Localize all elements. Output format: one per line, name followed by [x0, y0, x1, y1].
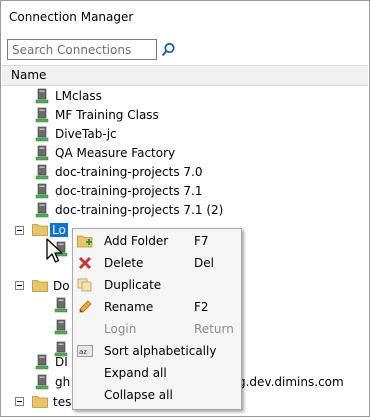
menu-item-collapse-all[interactable]: Collapse all: [73, 384, 241, 406]
tree-item-connection[interactable]: LMclass: [35, 86, 102, 105]
computer-icon: [35, 183, 49, 198]
menu-item-shortcut: F2: [194, 300, 209, 314]
collapse-toggle[interactable]: [15, 281, 24, 290]
tree-item-connection[interactable]: MF Training Class: [35, 105, 159, 124]
sort-az-icon: az: [77, 343, 93, 359]
rename-pencil-icon: [77, 299, 93, 315]
menu-item-label: Sort alphabetically: [104, 344, 217, 358]
panel-title: Connection Manager: [9, 10, 134, 24]
connection-label: doc-training-projects 7.1: [55, 183, 203, 198]
tree-item-folder[interactable]: Do: [32, 276, 70, 295]
computer-icon: [35, 164, 49, 179]
menu-item-label: Rename: [104, 300, 154, 314]
folder-label: tes: [53, 394, 72, 409]
svg-text:az: az: [79, 348, 87, 356]
menu-item-expand-all[interactable]: Expand all: [73, 362, 241, 384]
tree-item-folder-selected[interactable]: Lo: [32, 220, 68, 239]
connection-label: DI: [55, 354, 68, 369]
connection-label: DiveTab-jc: [55, 126, 117, 141]
menu-item-label: Delete: [104, 256, 144, 270]
menu-item-shortcut: Return: [194, 322, 234, 336]
menu-item-shortcut: F7: [194, 234, 209, 248]
menu-item-label: Login: [104, 322, 137, 336]
tree-item-connection[interactable]: doc-training-projects 7.0: [35, 162, 203, 181]
menu-item-delete[interactable]: Delete Del: [73, 252, 241, 274]
tree-item-connection[interactable]: gh: [35, 372, 70, 391]
add-folder-icon: [77, 233, 93, 249]
menu-item-rename[interactable]: Rename F2: [73, 296, 241, 318]
menu-item-label: Collapse all: [104, 388, 173, 402]
tree-item-connection[interactable]: [54, 317, 68, 336]
menu-item-add-folder[interactable]: Add Folder F7: [73, 230, 241, 252]
context-menu: Add Folder F7 Delete Del Duplicate Renam…: [72, 228, 242, 410]
menu-item-duplicate[interactable]: Duplicate: [73, 274, 241, 296]
menu-item-shortcut: Del: [194, 256, 214, 270]
folder-label: Do: [53, 278, 70, 293]
folder-label: Lo: [50, 222, 68, 237]
menu-item-login: Login Return: [73, 318, 241, 340]
search-input[interactable]: [8, 40, 156, 59]
folder-icon: [32, 396, 48, 408]
computer-icon: [35, 126, 49, 141]
collapse-toggle[interactable]: [15, 226, 24, 235]
connection-label: doc-training-projects 7.1 (2): [55, 202, 224, 217]
computer-icon: [54, 319, 68, 334]
tree-item-connection[interactable]: QA Measure Factory: [35, 143, 175, 162]
search-button[interactable]: [159, 40, 177, 59]
duplicate-icon: [77, 277, 93, 293]
menu-item-label: Duplicate: [104, 278, 162, 292]
tree-item-connection[interactable]: doc-training-projects 7.1 (2): [35, 200, 223, 219]
tree-item-folder[interactable]: tes: [32, 392, 71, 411]
connection-label: MF Training Class: [55, 107, 159, 122]
menu-item-label: Expand all: [104, 366, 167, 380]
computer-icon: [35, 145, 49, 160]
search-icon: [161, 42, 175, 57]
connection-label: LMclass: [55, 88, 102, 103]
computer-icon: [35, 354, 49, 369]
folder-icon: [32, 224, 48, 236]
tree-item-connection[interactable]: [54, 295, 68, 314]
connection-label: QA Measure Factory: [55, 145, 176, 160]
menu-item-label: Add Folder: [104, 234, 169, 248]
connection-label-suffix: g.dev.dimins.com: [238, 374, 344, 389]
mouse-cursor-icon: [46, 238, 63, 263]
delete-icon: [77, 255, 93, 271]
connection-label-continued: g.dev.dimins.com: [238, 372, 344, 391]
folder-icon: [32, 280, 48, 292]
collapse-toggle[interactable]: [15, 397, 24, 406]
tree-item-connection[interactable]: doc-training-projects 7.1: [35, 181, 203, 200]
tree-item-connection[interactable]: DiveTab-jc: [35, 124, 117, 143]
connection-label: gh: [55, 374, 71, 389]
computer-icon: [35, 202, 49, 217]
menu-item-sort-alphabetically[interactable]: az Sort alphabetically: [73, 340, 241, 362]
tree-item-connection[interactable]: DI: [35, 352, 68, 371]
computer-icon: [35, 374, 49, 389]
computer-icon: [35, 88, 49, 103]
computer-icon: [35, 107, 49, 122]
computer-icon: [54, 297, 68, 312]
connection-label: doc-training-projects 7.0: [55, 164, 203, 179]
name-column-label: Name: [11, 68, 47, 82]
name-column-header[interactable]: Name: [2, 65, 368, 86]
search-box[interactable]: [7, 39, 157, 60]
